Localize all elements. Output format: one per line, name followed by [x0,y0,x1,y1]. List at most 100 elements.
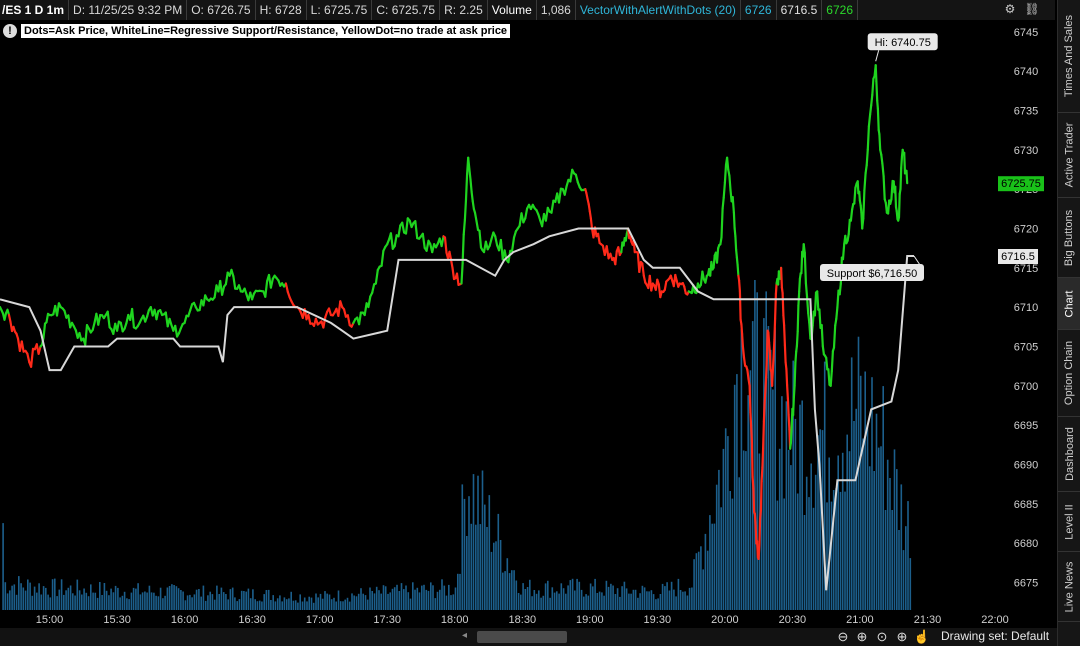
volume-bar [556,591,558,610]
price-segment [440,235,445,248]
volume-bar [839,491,842,610]
volume-bar [772,389,774,610]
zoom-in-icon[interactable]: ⊕ [853,628,871,646]
volume-bar [657,598,659,610]
tab-live-news[interactable]: Live News [1058,552,1080,622]
volume-bar [339,601,342,610]
zoom-out-icon[interactable]: ⊖ [834,628,852,646]
volume-bar [468,496,470,610]
price-segment [557,187,563,204]
info-icon[interactable]: ! [3,24,17,38]
volume-bar [200,596,202,610]
price-segment [774,282,778,296]
volume-bar [490,551,493,610]
volume-bar [256,601,259,610]
volume-bar [103,583,106,610]
chart-settings-icon[interactable]: ⚙ [1000,2,1020,18]
volume-bar [646,591,648,610]
tab-level-ii[interactable]: Level II [1058,492,1080,552]
volume-bar [171,584,173,610]
price-segment [767,341,772,354]
price-segment [830,350,835,373]
y-tick-label: 6735 [1014,106,1038,118]
price-segment [862,189,866,220]
price-segment [748,384,752,414]
volume-bar [695,553,698,610]
price-segment [701,270,706,281]
price-segment [451,266,456,281]
volume-bar [848,451,851,610]
price-segment [789,426,793,444]
volume-bar [414,589,416,610]
volume-bar [846,434,848,610]
price-segment [773,292,778,320]
volume-bar [630,593,632,610]
volume-bar [13,584,16,610]
price-segment [867,113,872,128]
volume-bar [317,597,319,610]
price-segment [470,190,474,203]
volume-bar [270,600,272,610]
y-tick-label: 6740 [1014,66,1038,78]
link-icon[interactable]: ⛓ [1022,2,1042,18]
volume-bar [587,595,590,610]
volume-bar [119,597,121,610]
volume-bar [677,578,680,610]
price-segment [307,313,312,325]
price-segment [752,487,756,513]
price-chart[interactable]: 6675 6680 6685 6690 6695 6700 6705 6710 6715 6720… [0,20,1057,628]
close-readout: C: 6725.75 [372,0,441,20]
volume-bar [324,591,326,610]
volume-bar [155,595,157,610]
volume-bar [621,586,623,610]
volume-bar [493,542,495,610]
volume-bar [245,591,247,610]
price-segment [131,307,135,329]
study-label[interactable]: VectorWithAlertWithDots (20) [576,0,741,20]
volume-bar [598,591,601,610]
tab-active-trader[interactable]: Active Trader [1058,113,1080,198]
scroll-left-icon[interactable]: ◂ [462,630,474,644]
price-segment [816,290,820,311]
tab-chart[interactable]: Chart [1058,278,1080,330]
volume-bar [4,582,7,610]
volume-bar [137,583,139,610]
tab-option-chain[interactable]: Option Chain [1058,330,1080,417]
symbol-label[interactable]: /ES 1 D 1m [0,0,70,20]
volume-bar [378,590,380,610]
volume-bar [229,589,232,610]
zoom-fit-icon[interactable]: ⊙ [873,628,891,646]
price-segment [894,185,898,209]
price-segment [875,80,879,102]
volume-bar [306,601,308,610]
drawing-set-label[interactable]: Drawing set: Default [941,629,1049,643]
price-segment [764,356,769,379]
volume-bar [234,597,236,610]
volume-bar [76,579,79,610]
price-segment [807,312,811,324]
volume-bar [605,580,608,610]
tab-times-and-sales[interactable]: Times And Sales [1058,0,1080,113]
price-segment [871,77,875,97]
volume-bar [351,593,353,610]
crosshair-icon[interactable]: ⊕ [893,628,911,646]
volume-label[interactable]: Volume [488,0,537,20]
volume-bar [427,590,430,610]
volume-bar [889,478,891,610]
horizontal-scrollbar[interactable] [477,631,567,643]
price-segment [847,218,851,236]
pan-hand-icon[interactable]: ☝ [913,628,931,646]
volume-bar [619,596,621,610]
volume-bar [632,589,635,610]
low-readout: L: 6725.75 [307,0,373,20]
volume-bar [389,592,391,610]
price-segment [738,290,742,321]
tab-dashboard[interactable]: Dashboard [1058,417,1080,492]
volume-bar [774,327,776,610]
volume-bar [470,523,473,610]
volume-bar [198,589,200,610]
volume-bar [42,586,45,610]
price-segment [796,304,800,333]
volume-bar [900,484,903,610]
tab-big-buttons[interactable]: Big Buttons [1058,198,1080,278]
